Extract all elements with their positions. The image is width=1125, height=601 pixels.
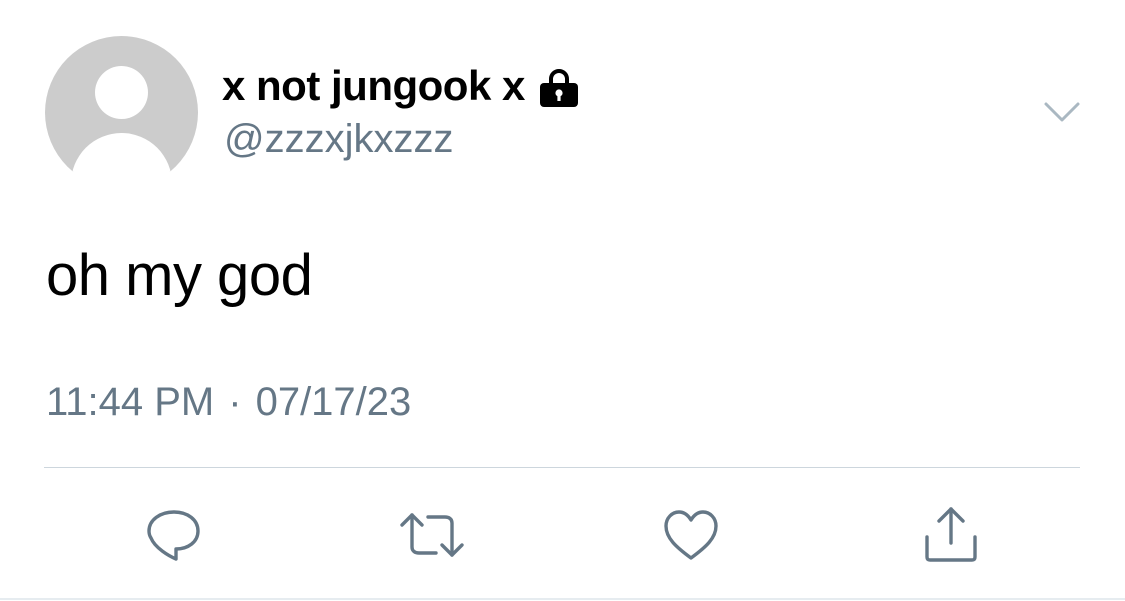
avatar-crop-mask bbox=[40, 172, 205, 202]
share-button[interactable] bbox=[916, 500, 986, 570]
action-bar bbox=[0, 500, 1125, 570]
bottom-divider bbox=[0, 598, 1125, 600]
chevron-down-icon[interactable] bbox=[1040, 96, 1084, 126]
divider bbox=[44, 467, 1080, 468]
tweet-timestamp[interactable]: 11:44 PM · 07/17/23 bbox=[46, 380, 411, 425]
avatar-head-shape bbox=[95, 66, 148, 119]
heart-icon bbox=[662, 508, 720, 562]
lock-icon bbox=[539, 68, 579, 108]
retweet-arrows-icon bbox=[398, 507, 466, 563]
like-button[interactable] bbox=[656, 500, 726, 570]
meta-separator: · bbox=[228, 380, 242, 424]
tweet-card: x not jungook x @zzzxjkxzzz oh my god 11… bbox=[0, 0, 1125, 601]
name-row: x not jungook x bbox=[222, 58, 579, 114]
avatar[interactable] bbox=[45, 36, 198, 189]
reply-button[interactable] bbox=[139, 500, 209, 570]
user-handle[interactable]: @zzzxjkxzzz bbox=[224, 117, 454, 162]
display-name[interactable]: x not jungook x bbox=[222, 62, 525, 110]
tweet-text: oh my god bbox=[46, 243, 313, 308]
share-upload-icon bbox=[921, 505, 981, 565]
speech-bubble-icon bbox=[145, 506, 203, 564]
tweet-date: 07/17/23 bbox=[255, 380, 412, 424]
retweet-button[interactable] bbox=[397, 500, 467, 570]
tweet-time: 11:44 PM bbox=[46, 380, 215, 424]
